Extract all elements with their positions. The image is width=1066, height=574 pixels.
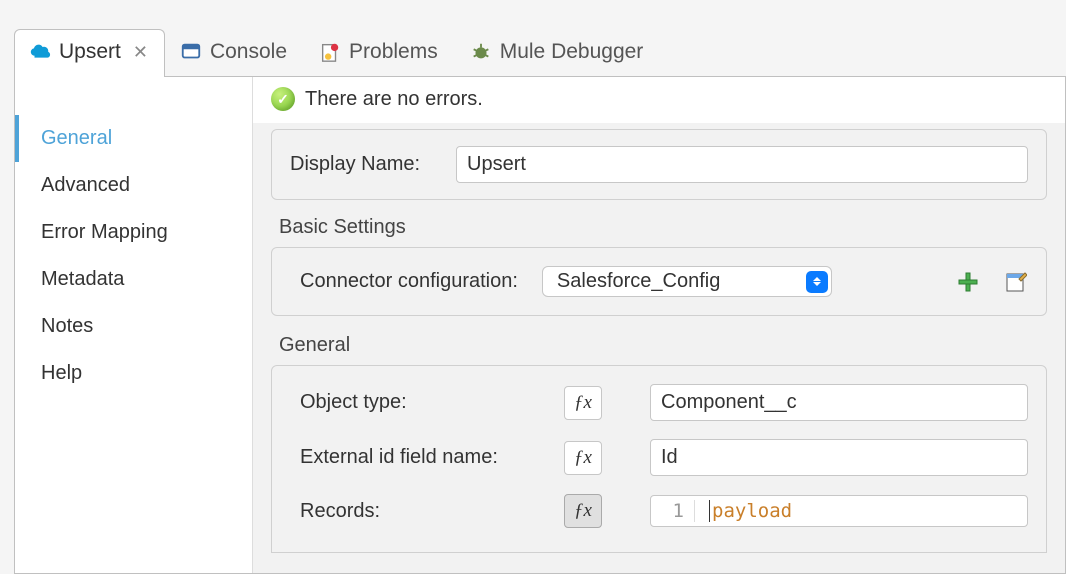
sidebar-item-general[interactable]: General	[15, 115, 252, 162]
close-icon[interactable]: ✕	[133, 42, 148, 63]
sidebar-item-label: Metadata	[41, 268, 124, 290]
display-name-group: Display Name:	[271, 129, 1047, 200]
tab-upsert[interactable]: Upsert ✕	[14, 29, 165, 76]
sidebar-item-label: Error Mapping	[41, 221, 168, 243]
cursor-caret-icon	[709, 500, 710, 522]
records-editor[interactable]: 1 payload	[650, 495, 1028, 528]
tabstrip: Upsert ✕ Console Problems Mule Debugger	[14, 18, 1066, 76]
general-section-group: Object type: ƒx External id field name: …	[271, 365, 1047, 553]
object-type-input[interactable]	[650, 384, 1028, 421]
external-id-fx-button[interactable]: ƒx	[564, 441, 602, 475]
sidebar-item-help[interactable]: Help	[15, 350, 252, 397]
connector-config-select[interactable]: Salesforce_Config	[542, 266, 832, 297]
records-fx-button[interactable]: ƒx	[564, 494, 602, 528]
bug-icon	[470, 41, 492, 63]
object-type-label: Object type:	[300, 391, 550, 414]
sidebar-item-label: Help	[41, 362, 82, 384]
tab-problems-label: Problems	[349, 40, 438, 64]
success-check-icon	[271, 87, 295, 111]
sidebar-item-metadata[interactable]: Metadata	[15, 256, 252, 303]
sidebar-item-advanced[interactable]: Advanced	[15, 162, 252, 209]
add-config-button[interactable]	[956, 270, 980, 294]
records-line-number: 1	[651, 500, 695, 522]
tab-console-label: Console	[210, 40, 287, 64]
display-name-input[interactable]	[456, 146, 1028, 183]
display-name-label: Display Name:	[290, 153, 440, 176]
sidebar: General Advanced Error Mapping Metadata …	[15, 77, 253, 573]
sidebar-item-notes[interactable]: Notes	[15, 303, 252, 350]
sidebar-item-label: Advanced	[41, 174, 130, 196]
records-label: Records:	[300, 500, 550, 523]
status-message: There are no errors.	[305, 88, 483, 111]
external-id-input[interactable]	[650, 439, 1028, 476]
connector-config-value: Salesforce_Config	[557, 270, 720, 293]
edit-note-icon	[1005, 271, 1027, 293]
tab-debugger[interactable]: Mule Debugger	[455, 29, 661, 76]
properties-panel: General Advanced Error Mapping Metadata …	[14, 76, 1066, 574]
sidebar-item-label: Notes	[41, 315, 93, 337]
tab-upsert-label: Upsert	[59, 40, 121, 64]
salesforce-cloud-icon	[29, 41, 51, 63]
external-id-label: External id field name:	[300, 446, 550, 469]
tab-debugger-label: Mule Debugger	[500, 40, 644, 64]
general-section-title: General	[279, 334, 1047, 357]
object-type-fx-button[interactable]: ƒx	[564, 386, 602, 420]
plus-icon	[957, 271, 979, 293]
basic-settings-group: Connector configuration: Salesforce_Conf…	[271, 247, 1047, 316]
select-stepper-icon	[806, 271, 828, 293]
status-row: There are no errors.	[253, 77, 1065, 123]
sidebar-item-error-mapping[interactable]: Error Mapping	[15, 209, 252, 256]
connector-config-label: Connector configuration:	[300, 270, 518, 293]
tab-problems[interactable]: Problems	[304, 29, 455, 76]
edit-config-button[interactable]	[1004, 270, 1028, 294]
content-area: There are no errors. Display Name: Basic…	[253, 77, 1065, 573]
console-icon	[180, 41, 202, 63]
tab-console[interactable]: Console	[165, 29, 304, 76]
problems-icon	[319, 41, 341, 63]
sidebar-item-label: General	[41, 127, 112, 149]
basic-settings-title: Basic Settings	[279, 216, 1047, 239]
records-code: payload	[712, 500, 792, 522]
